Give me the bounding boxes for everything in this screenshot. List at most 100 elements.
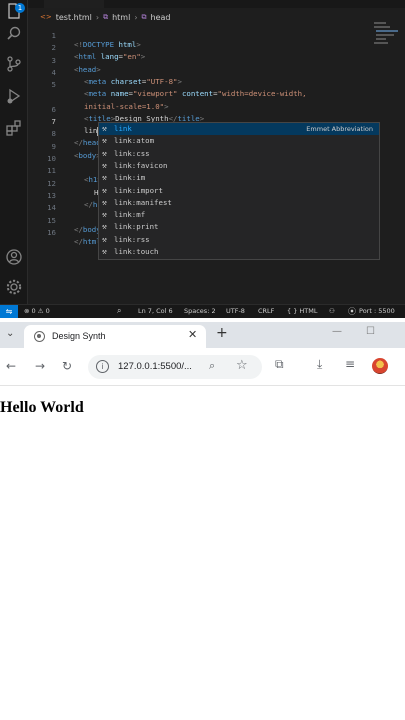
suggestion-label: link:im [114,173,146,183]
suggestion-label: link:import [114,185,163,195]
url-text[interactable]: 127.0.0.1:5500/... [118,361,192,372]
suggestion-item[interactable]: ⚒ link:im [99,172,379,184]
wrench-icon: ⚒ [102,185,107,195]
wrench-icon: ⚒ [102,124,107,133]
copilot-icon[interactable]: ⚇ [329,307,335,315]
indentation[interactable]: Spaces: 2 [184,307,216,315]
wrench-icon: ⚒ [102,136,107,146]
suggestion-item[interactable]: ⚒ link:manifest [99,197,379,209]
zoom-icon[interactable]: ⌕ [209,359,215,373]
extensions-icon[interactable] [5,119,23,137]
element-icon: ⧉ [141,12,147,21]
problems-indicator[interactable]: ⊗ 0 ⚠ 0 [24,307,50,315]
account-icon[interactable] [5,248,23,266]
browser-window: ⌄ Design Synth ✕ + — ☐ ← → ↻ i 127.0.0.1… [0,322,405,720]
download-icon[interactable]: ⤓ [317,357,322,372]
suggestion-item[interactable]: ⚒ link:print [99,221,379,233]
chevron-right-icon: › [134,12,138,22]
editor-tab[interactable] [44,0,104,8]
wrench-icon: ⚒ [102,210,107,220]
code-line: 3 <head> [28,47,405,74]
reload-icon[interactable]: ↻ [62,359,72,373]
suggestion-item[interactable]: ⚒ link:rss [99,234,379,246]
code-line: 6 <title>Design Synth</title> [28,96,405,123]
suggestion-item[interactable]: ⚒ link:import [99,185,379,197]
code-line-active: 7 lin [28,108,405,136]
element-icon: ⧉ [103,12,109,21]
wrench-icon: ⚒ [102,222,107,232]
search-icon[interactable] [5,25,23,43]
code-line: 1 <!DOCTYPE html> [28,22,405,49]
globe-icon [34,331,45,342]
suggestion-label: link:touch [114,247,159,256]
broadcast-icon: ⦿ [348,307,356,316]
vscode-window: 1 <> test.html › ⧉ html › ⧉ head 1 <!DOC… [0,0,405,318]
activity-bar: 1 [0,0,28,304]
suggestion-label: link:css [114,148,150,158]
new-tab-icon[interactable]: + [216,325,228,341]
tab-title: Design Synth [52,331,106,341]
code-line: 5 <meta name="viewport" content="width=d… [28,71,405,98]
minimize-icon[interactable]: — [332,326,342,337]
wrench-icon: ⚒ [102,148,107,158]
suggestion-item[interactable]: ⚒ link Emmet Abbreviation [99,123,379,136]
live-server-port[interactable]: Port : 5500 [359,307,395,315]
zoom-icon[interactable]: ⌕ [117,306,121,316]
suggestion-label: link:rss [114,234,150,244]
wrench-icon: ⚒ [102,160,107,170]
bookmark-star-icon[interactable]: ☆ [236,358,248,373]
code-line: 4 <meta charset="UTF-8"> [28,59,405,86]
suggestion-label: link:mf [114,210,146,220]
suggestion-detail: Emmet Abbreviation [306,125,373,133]
suggestion-label: link:print [114,222,159,232]
editor-tab-strip [0,0,405,8]
browser-toolbar: ← → ↻ i 127.0.0.1:5500/... ⌕ ☆ ⧉ ⤓ ≡ [0,348,405,386]
cursor-position[interactable]: Ln 7, Col 6 [138,307,173,315]
maximize-icon[interactable]: ☐ [366,326,375,337]
code-line: 2 <html lang="en"> [28,34,405,61]
encoding[interactable]: UTF-8 [226,307,245,315]
suggestion-item[interactable]: ⚒ link:favicon [99,160,379,172]
breadcrumb-head[interactable]: head [151,13,171,22]
back-icon[interactable]: ← [6,359,16,373]
wrench-icon: ⚒ [102,234,107,244]
suggestion-item[interactable]: ⚒ link:css [99,148,379,160]
line-ending[interactable]: CRLF [258,307,274,315]
source-control-icon[interactable] [5,55,23,73]
settings-gear-icon[interactable] [5,278,23,296]
wrench-icon: ⚒ [102,197,107,207]
page-viewport: Hello World [0,386,405,720]
code-line: initial-scale=1.0"> [28,84,405,111]
tab-strip: ⌄ Design Synth ✕ + — ☐ [0,322,405,348]
notification-badge: 1 [15,3,25,13]
address-bar[interactable]: i 127.0.0.1:5500/... ⌕ ☆ [88,355,262,379]
breadcrumb-html[interactable]: html [112,13,130,22]
suggestion-item[interactable]: ⚒ link:touch [99,246,379,258]
suggestion-widget[interactable]: ⚒ link Emmet Abbreviation ⚒ link:atom ⚒ … [98,122,380,260]
wrench-icon: ⚒ [102,173,107,183]
line-number: 16 [47,227,56,237]
run-debug-icon[interactable] [5,87,23,105]
browser-tab[interactable]: Design Synth ✕ [24,325,206,348]
wrench-icon: ⚒ [102,247,107,256]
status-bar: ⇋ ⊗ 0 ⚠ 0 ⌕ Ln 7, Col 6 Spaces: 2 UTF-8 … [0,304,405,318]
info-icon[interactable]: i [96,360,109,373]
breadcrumb-file[interactable]: test.html [56,13,92,22]
media-list-icon[interactable]: ≡ [345,357,355,371]
suggestion-label: link [114,124,132,133]
tab-search-icon[interactable]: ⌄ [6,328,14,339]
suggestion-label: link:favicon [114,160,168,170]
forward-icon[interactable]: → [35,359,45,373]
extensions-icon[interactable]: ⧉ [275,357,284,372]
suggestion-item[interactable]: ⚒ link:mf [99,209,379,221]
suggestion-label: link:manifest [114,197,172,207]
close-icon[interactable]: ✕ [188,328,197,341]
suggestion-item[interactable]: ⚒ link:atom [99,135,379,147]
html-file-icon: <> [40,13,52,21]
profile-avatar[interactable] [372,358,388,374]
suggestion-label: link:atom [114,136,155,146]
page-heading: Hello World [0,399,84,416]
chevron-right-icon: › [95,12,100,22]
remote-icon[interactable]: ⇋ [0,305,18,318]
language-mode[interactable]: { } HTML [287,307,318,315]
